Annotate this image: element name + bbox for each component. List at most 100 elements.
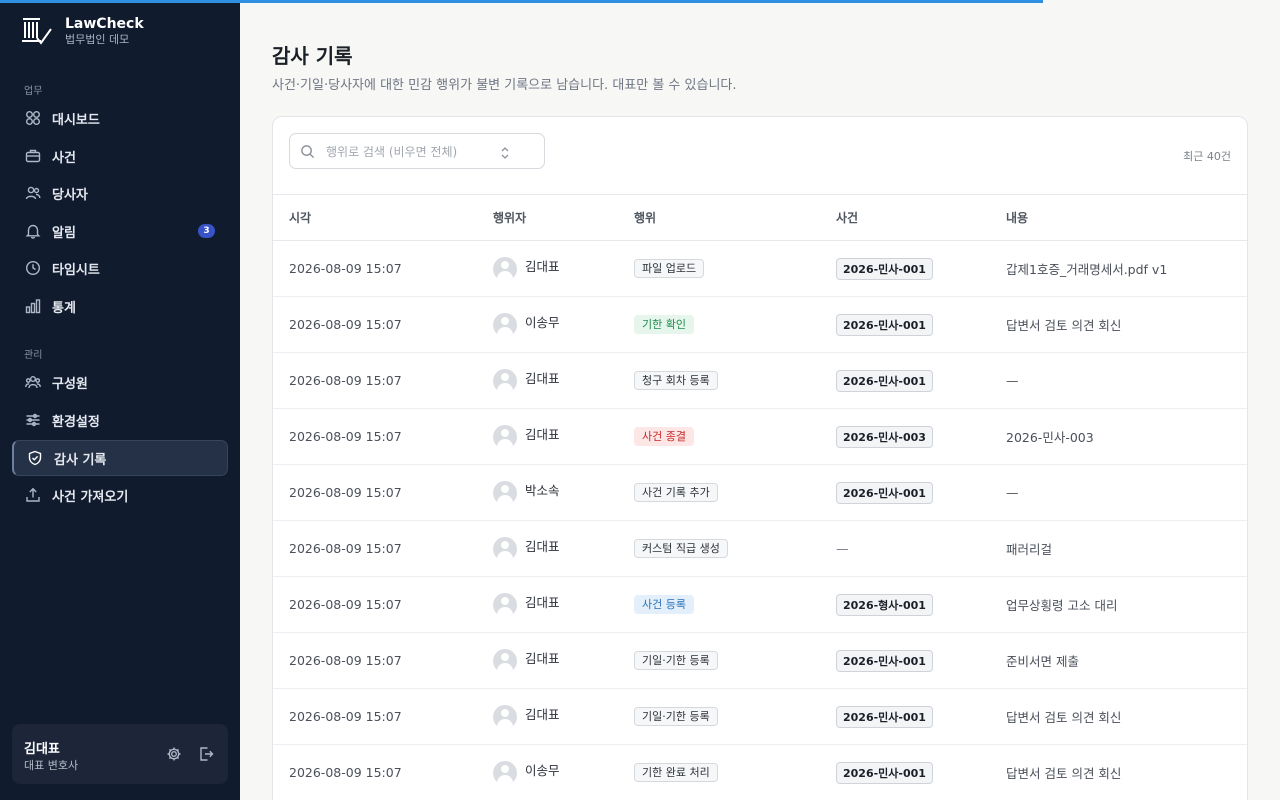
table-row[interactable]: 2026-08-09 15:07 박소속 사건 기록 추가 2026-민사-001 —: [273, 464, 1247, 521]
sidebar-item-dashboard[interactable]: 대시보드: [12, 100, 228, 136]
cell-content: —: [990, 464, 1247, 521]
cell-time: 2026-08-09 15:07: [273, 576, 477, 633]
logout-icon: [198, 747, 214, 766]
chevron-up-down-icon[interactable]: [500, 145, 512, 159]
case-number-chip[interactable]: 2026-민사-001: [836, 705, 933, 728]
case-number-chip[interactable]: 2026-민사-003: [836, 425, 933, 448]
action-search-combobox[interactable]: [289, 133, 545, 169]
sidebar-item-label: 대시보드: [52, 112, 100, 128]
cell-case: 2026-민사-001: [820, 352, 990, 409]
avatar: [493, 424, 517, 449]
action-tag: 사건 등록: [634, 595, 694, 614]
cell-content: 답변서 검토 의견 회신: [990, 688, 1247, 745]
sidebar-item-parties[interactable]: 당사자: [12, 175, 228, 211]
notification-count-badge: 3: [198, 224, 215, 238]
cell-time: 2026-08-09 15:07: [273, 688, 477, 745]
cell-actor: 김대표: [477, 520, 618, 577]
case-number-chip[interactable]: 2026-민사-001: [836, 649, 933, 672]
actor-name: 김대표: [525, 707, 560, 722]
sidebar-item-label: 환경설정: [52, 414, 100, 430]
courthouse-logo-icon: [20, 14, 54, 48]
case-empty: —: [836, 541, 849, 556]
cell-time: 2026-08-09 15:07: [273, 632, 477, 689]
cell-action: 사건 등록: [618, 576, 820, 633]
table-row[interactable]: 2026-08-09 15:07 김대표 청구 회차 등록 2026-민사-001 —: [273, 352, 1247, 409]
cell-content: 답변서 검토 의견 회신: [990, 744, 1247, 800]
cell-action: 기일·기한 등록: [618, 688, 820, 745]
sidebar-item-label: 당사자: [52, 187, 88, 203]
audit-log-rows: 2026-08-09 15:07 김대표 파일 업로드 2026-민사-001 갑제1호…: [273, 240, 1247, 800]
cell-action: 기일·기한 등록: [618, 632, 820, 689]
cell-case: 2026-민사-001: [820, 688, 990, 745]
table-row[interactable]: 2026-08-09 15:07 이송무 기한 완료 처리 2026-민사-001 답변…: [273, 744, 1247, 800]
cell-time: 2026-08-09 15:07: [273, 520, 477, 577]
actor-name: 이송무: [525, 315, 560, 330]
cell-actor: 김대표: [477, 408, 618, 465]
sidebar-item-label: 구성원: [52, 376, 88, 392]
table-row[interactable]: 2026-08-09 15:07 김대표 사건 등록 2026-형사-001 업무상횡령…: [273, 576, 1247, 633]
action-tag: 커스텀 직급 생성: [634, 539, 728, 558]
action-tag: 기일·기한 등록: [634, 651, 718, 670]
bell-icon: [24, 222, 42, 240]
table-row[interactable]: 2026-08-09 15:07 김대표 기일·기한 등록 2026-민사-001 답변…: [273, 688, 1247, 745]
cell-time: 2026-08-09 15:07: [273, 408, 477, 465]
sidebar-item-notifications[interactable]: 알림 3: [12, 213, 228, 249]
table-row[interactable]: 2026-08-09 15:07 김대표 기일·기한 등록 2026-민사-001 준비…: [273, 632, 1247, 689]
cell-actor: 김대표: [477, 576, 618, 633]
sidebar-item-case-import[interactable]: 사건 가져오기: [12, 477, 228, 513]
table-header-row: 시각 행위자 행위 사건 내용: [273, 194, 1247, 241]
sidebar-item-members[interactable]: 구성원: [12, 364, 228, 400]
actor: 김대표: [493, 704, 618, 729]
avatar: [493, 536, 517, 561]
avatar: [493, 256, 517, 281]
grid-icon: [24, 109, 42, 127]
sidebar-item-label: 통계: [52, 300, 76, 316]
page-loading-bar: [0, 0, 1043, 3]
cell-case: 2026-형사-001: [820, 576, 990, 633]
case-number-chip[interactable]: 2026-민사-001: [836, 313, 933, 336]
user-settings-button[interactable]: [166, 746, 184, 764]
sidebar-item-label: 감사 기록: [54, 452, 107, 468]
table-row[interactable]: 2026-08-09 15:07 김대표 커스텀 직급 생성 — 패러리걸: [273, 520, 1247, 577]
action-tag: 사건 종결: [634, 427, 694, 446]
logout-button[interactable]: [198, 746, 216, 764]
cell-actor: 이송무: [477, 744, 618, 800]
sliders-icon: [24, 411, 42, 429]
column-header-content: 내용: [990, 194, 1247, 241]
cell-case: 2026-민사-001: [820, 464, 990, 521]
cell-content: —: [990, 352, 1247, 409]
table-row[interactable]: 2026-08-09 15:07 이송무 기한 확인 2026-민사-001 답변서 검…: [273, 296, 1247, 353]
column-header-actor: 행위자: [477, 194, 618, 241]
case-number-chip[interactable]: 2026-민사-001: [836, 481, 933, 504]
table-row[interactable]: 2026-08-09 15:07 김대표 사건 종결 2026-민사-003 2026-…: [273, 408, 1247, 465]
case-number-chip[interactable]: 2026-민사-001: [836, 257, 933, 280]
sidebar-item-timesheet[interactable]: 타임시트: [12, 250, 228, 286]
cell-action: 기한 확인: [618, 296, 820, 353]
sidebar-item-statistics[interactable]: 통계: [12, 288, 228, 324]
actor-name: 김대표: [525, 539, 560, 554]
sidebar-item-cases[interactable]: 사건: [12, 138, 228, 174]
case-number-chip[interactable]: 2026-형사-001: [836, 593, 933, 616]
action-tag: 기한 확인: [634, 315, 694, 334]
page-description: 사건·기일·당사자에 대한 민감 행위가 불변 기록으로 남습니다. 대표만 볼…: [272, 78, 737, 93]
cell-content: 갑제1호증_거래명세서.pdf v1: [990, 240, 1247, 297]
cell-action: 사건 종결: [618, 408, 820, 465]
case-number-chip[interactable]: 2026-민사-001: [836, 761, 933, 784]
sidebar-item-audit-log[interactable]: 감사 기록: [12, 440, 228, 476]
bar-chart-icon: [24, 297, 42, 315]
table-row[interactable]: 2026-08-09 15:07 김대표 파일 업로드 2026-민사-001 갑제1호…: [273, 240, 1247, 297]
cell-actor: 이송무: [477, 296, 618, 353]
cell-case: 2026-민사-001: [820, 296, 990, 353]
actor: 김대표: [493, 648, 618, 673]
actor: 박소속: [493, 480, 618, 505]
cell-case: 2026-민사-001: [820, 744, 990, 800]
brand[interactable]: LawCheck 법무법인 데모: [20, 14, 144, 48]
column-header-time: 시각: [273, 194, 477, 241]
case-number-chip[interactable]: 2026-민사-001: [836, 369, 933, 392]
action-search-input[interactable]: [326, 142, 496, 162]
cell-actor: 박소속: [477, 464, 618, 521]
sidebar-item-settings[interactable]: 환경설정: [12, 402, 228, 438]
cell-action: 커스텀 직급 생성: [618, 520, 820, 577]
nav-section-work: 업무: [24, 86, 43, 97]
avatar: [493, 592, 517, 617]
